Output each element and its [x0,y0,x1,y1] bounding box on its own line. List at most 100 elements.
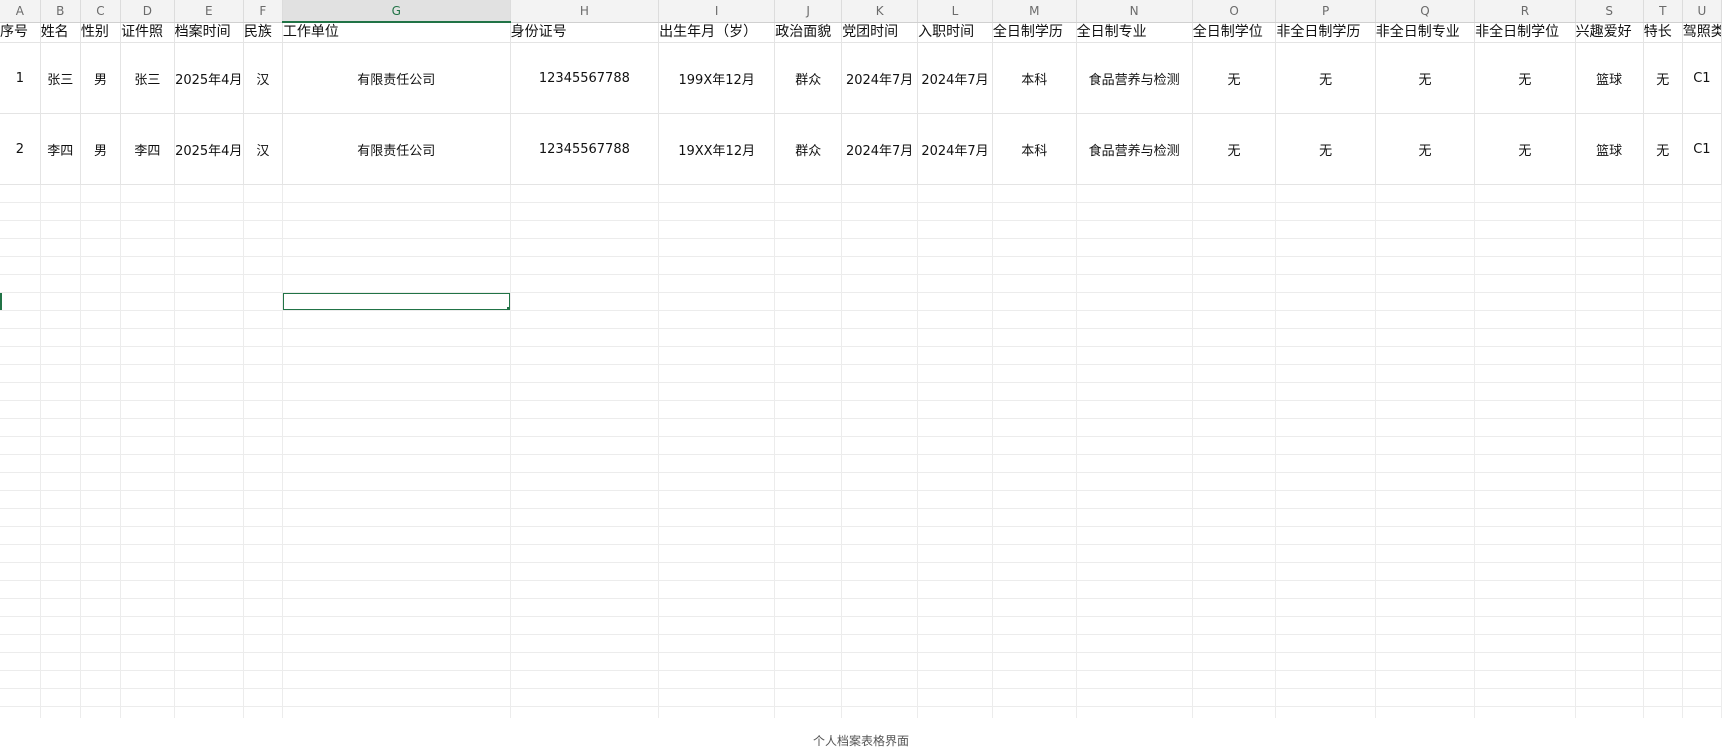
empty-cell[interactable] [1192,526,1277,545]
empty-cell[interactable] [243,292,283,311]
empty-cell[interactable] [282,706,511,718]
cell-pt-education[interactable]: 无 [1275,113,1376,185]
empty-cell[interactable] [658,436,776,455]
empty-cell[interactable] [1076,562,1193,581]
empty-cell[interactable] [510,634,660,653]
empty-cell[interactable] [282,688,511,707]
empty-cell[interactable] [80,184,122,203]
column-header-f[interactable]: F [243,0,283,23]
empty-cell[interactable] [1682,706,1722,718]
empty-cell[interactable] [1682,382,1722,401]
cell-id-number[interactable]: 12345567788 [510,42,660,114]
cell-pt-major[interactable]: 无 [1375,42,1476,114]
empty-cell[interactable] [1682,688,1722,707]
empty-cell[interactable] [1643,598,1683,617]
empty-cell[interactable] [282,274,511,293]
empty-cell[interactable] [510,328,660,347]
field-header-archive-time[interactable]: 档案时间 [174,22,244,43]
empty-cell[interactable] [243,256,283,275]
empty-cell[interactable] [1643,688,1683,707]
empty-cell[interactable] [1474,508,1576,527]
field-header-pt-degree[interactable]: 非全日制学位 [1474,22,1576,43]
empty-cell[interactable] [841,652,919,671]
cell-specialty[interactable]: 无 [1643,113,1683,185]
empty-cell[interactable] [1682,418,1722,437]
empty-cell[interactable] [658,580,776,599]
empty-cell[interactable] [1275,382,1376,401]
empty-cell[interactable] [1375,472,1476,491]
empty-cell[interactable] [1076,202,1193,221]
empty-cell[interactable] [243,508,283,527]
empty-cell[interactable] [40,526,81,545]
empty-cell[interactable] [174,184,244,203]
empty-cell[interactable] [1076,454,1193,473]
empty-cell[interactable] [992,184,1077,203]
empty-cell[interactable] [1375,490,1476,509]
cell-pt-education[interactable]: 无 [1275,42,1376,114]
cell-license-type[interactable]: C1 [1682,113,1722,185]
empty-cell[interactable] [1474,454,1576,473]
empty-cell[interactable] [1192,490,1277,509]
empty-cell[interactable] [917,616,993,635]
empty-cell[interactable] [1682,220,1722,239]
empty-cell[interactable] [1474,580,1576,599]
empty-cell[interactable] [1192,436,1277,455]
empty-cell[interactable] [1275,202,1376,221]
empty-cell[interactable] [80,310,122,329]
empty-cell[interactable] [1682,292,1722,311]
empty-cell[interactable] [1275,598,1376,617]
cell-license-type[interactable]: C1 [1682,42,1722,114]
empty-cell[interactable] [1192,274,1277,293]
empty-cell[interactable] [174,274,244,293]
empty-cell[interactable] [0,454,41,473]
empty-cell[interactable] [1575,418,1644,437]
empty-cell[interactable] [1575,346,1644,365]
empty-cell[interactable] [658,220,776,239]
empty-cell[interactable] [120,454,175,473]
column-header-e[interactable]: E [174,0,244,23]
empty-cell[interactable] [1375,418,1476,437]
empty-cell[interactable] [1575,274,1644,293]
empty-cell[interactable] [174,634,244,653]
empty-cell[interactable] [1275,436,1376,455]
empty-cell[interactable] [510,382,660,401]
empty-cell[interactable] [1474,490,1576,509]
empty-cell[interactable] [0,364,41,383]
field-header-political-status[interactable]: 政治面貌 [774,22,843,43]
empty-cell[interactable] [80,364,122,383]
empty-cell[interactable] [1682,670,1722,689]
column-header-d[interactable]: D [120,0,175,23]
empty-cell[interactable] [510,490,660,509]
empty-cell[interactable] [1682,490,1722,509]
empty-cell[interactable] [80,274,122,293]
empty-cell[interactable] [1474,346,1576,365]
empty-cell[interactable] [510,184,660,203]
empty-cell[interactable] [80,400,122,419]
empty-cell[interactable] [1275,328,1376,347]
empty-cell[interactable] [80,436,122,455]
empty-cell[interactable] [40,580,81,599]
empty-cell[interactable] [243,544,283,563]
empty-cell[interactable] [0,652,41,671]
empty-cell[interactable] [774,184,843,203]
empty-cell[interactable] [243,274,283,293]
empty-cell[interactable] [658,544,776,563]
empty-cell[interactable] [774,346,843,365]
empty-cell[interactable] [510,580,660,599]
empty-cell[interactable] [510,652,660,671]
cell-specialty[interactable]: 无 [1643,42,1683,114]
empty-cell[interactable] [1076,688,1193,707]
empty-cell[interactable] [40,364,81,383]
empty-cell[interactable] [80,670,122,689]
empty-cell[interactable] [841,328,919,347]
empty-cell[interactable] [243,670,283,689]
empty-cell[interactable] [774,238,843,257]
empty-cell[interactable] [1375,562,1476,581]
empty-cell[interactable] [841,580,919,599]
column-header-u[interactable]: U [1682,0,1722,23]
empty-cell[interactable] [1474,616,1576,635]
column-header-n[interactable]: N [1076,0,1193,23]
empty-cell[interactable] [174,238,244,257]
empty-cell[interactable] [917,652,993,671]
empty-cell[interactable] [1076,418,1193,437]
